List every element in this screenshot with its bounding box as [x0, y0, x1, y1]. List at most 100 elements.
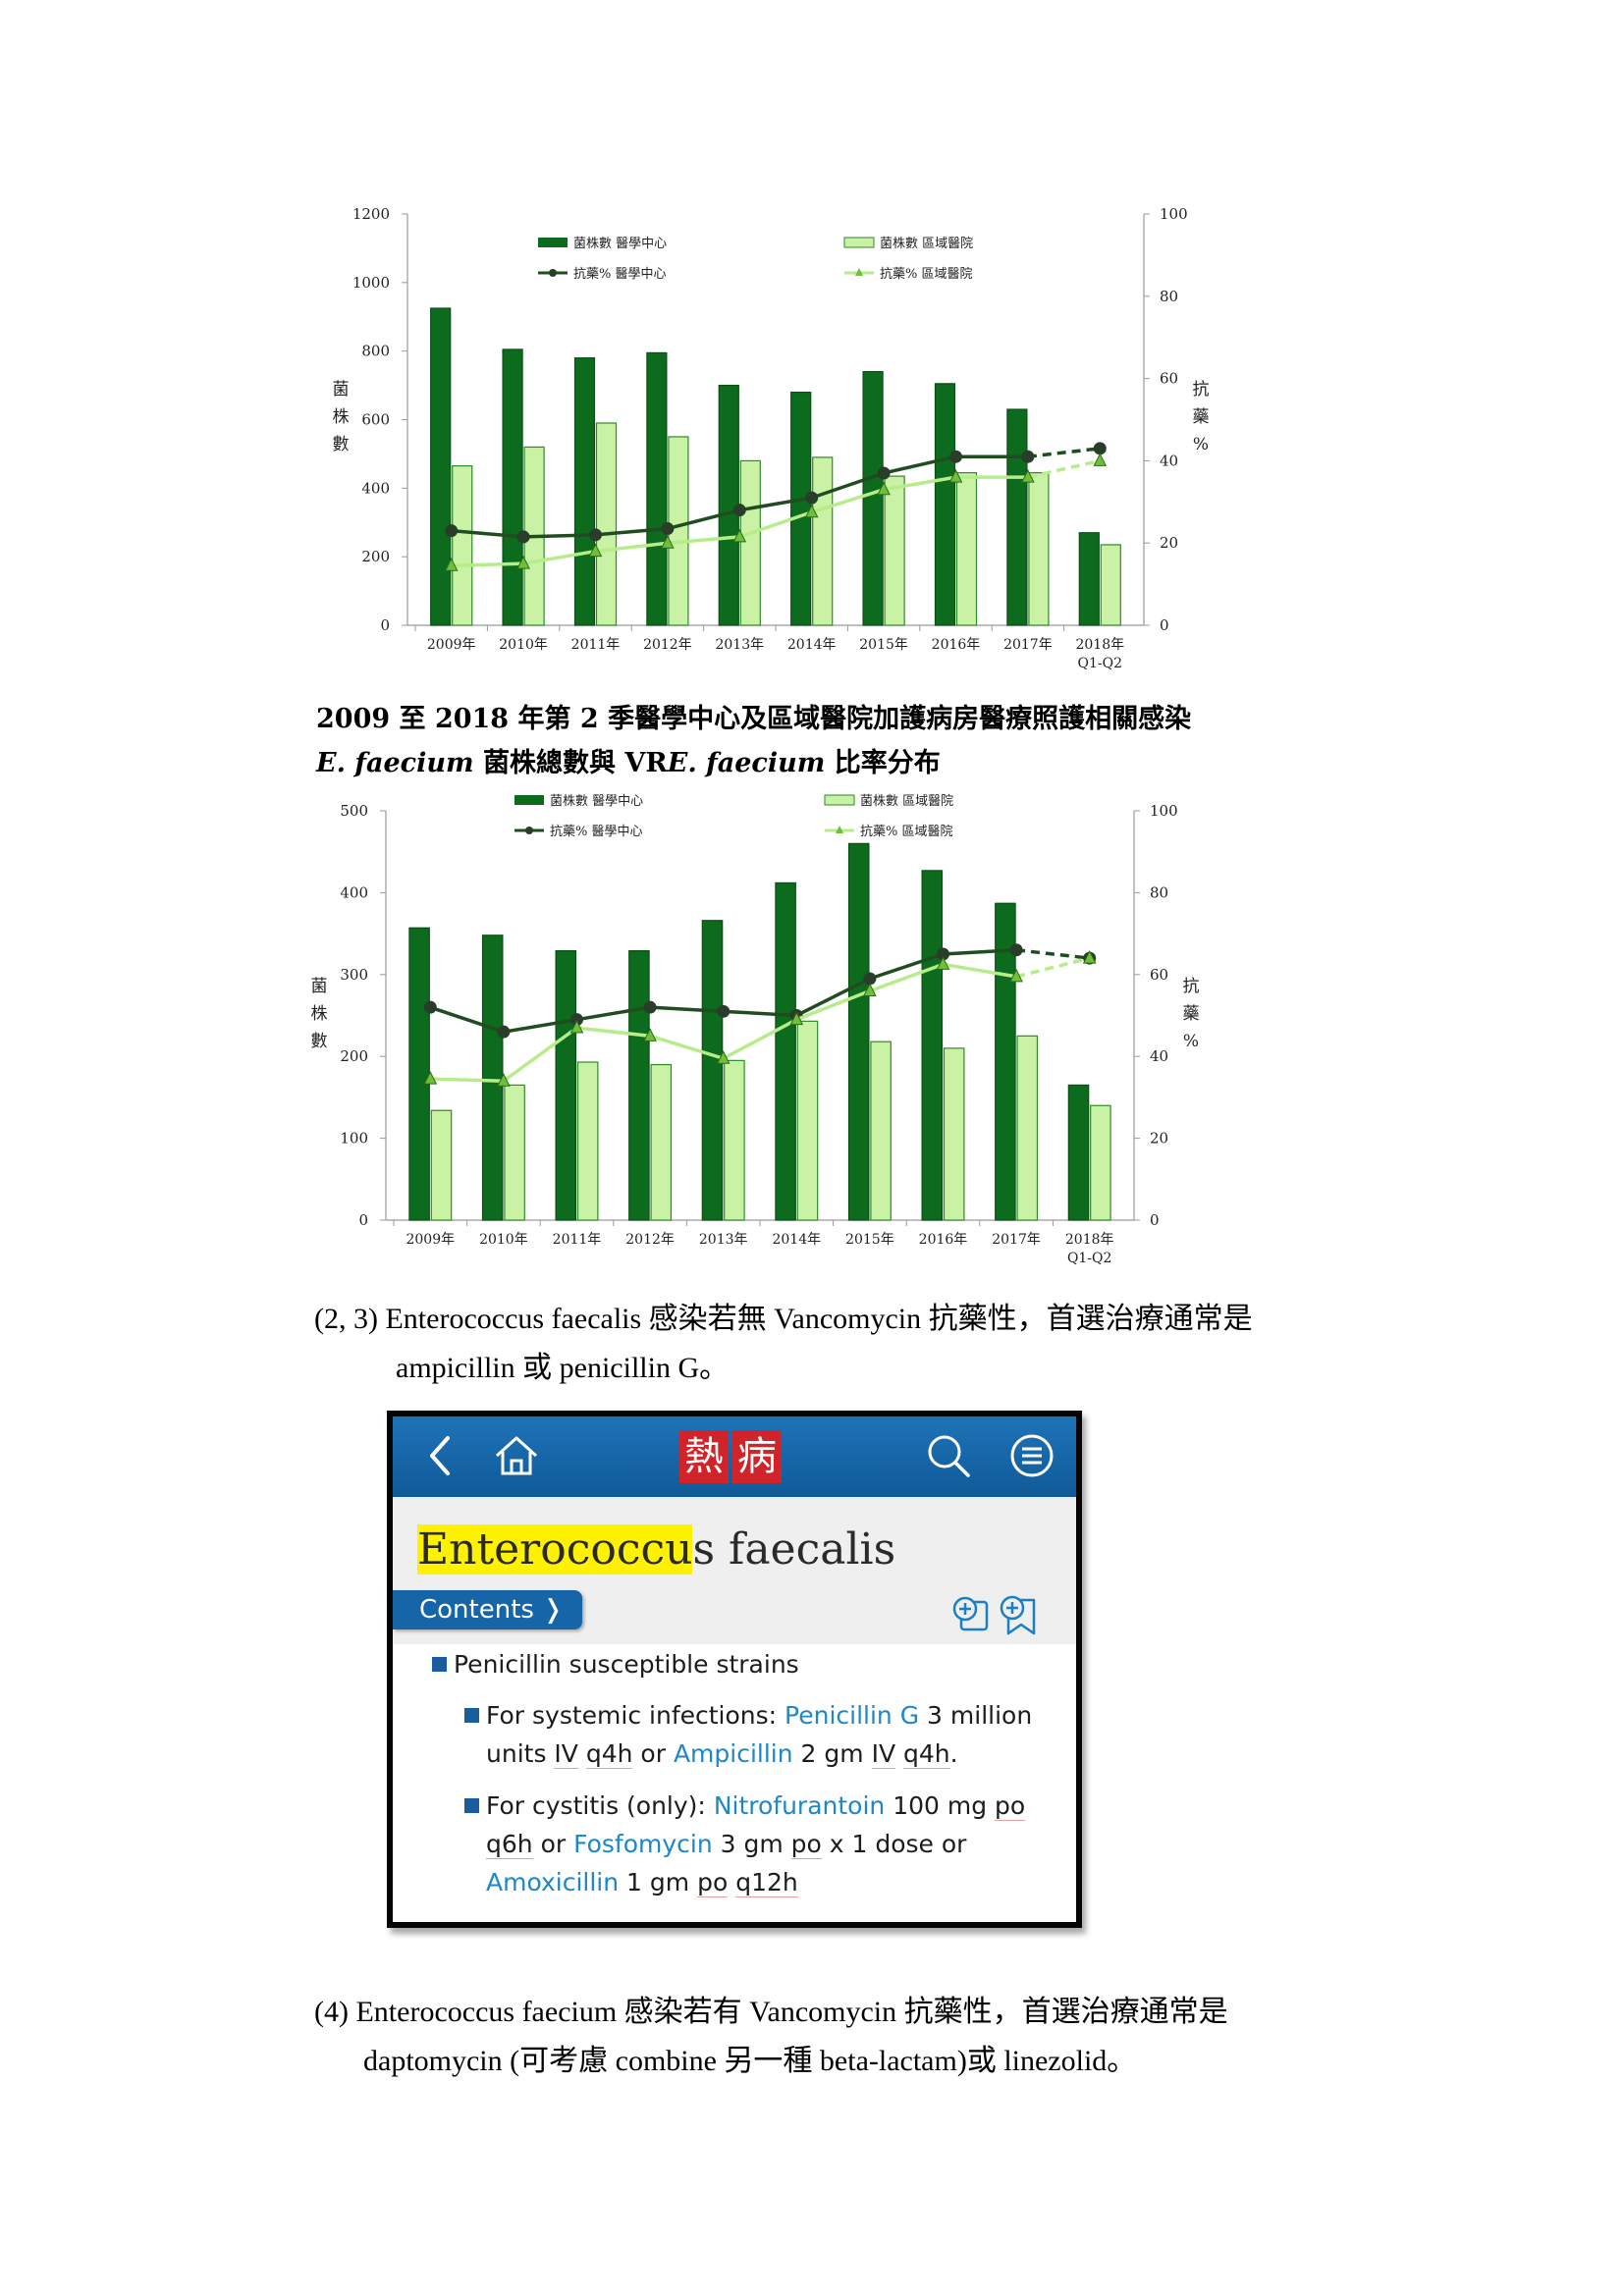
- home-icon[interactable]: [491, 1430, 542, 1481]
- bar-regional-hospital: [724, 1059, 745, 1221]
- legend-marker-circle: [549, 269, 557, 277]
- x-tick-label: 2009年: [427, 637, 476, 653]
- y-tick-label: 600: [361, 411, 390, 429]
- bar-regional-hospital: [884, 475, 905, 626]
- add-note-icon[interactable]: [949, 1592, 993, 1635]
- y2-axis-label-char: 抗: [1193, 380, 1210, 400]
- point-medical-center: [805, 491, 819, 505]
- page-title: Enterococcus faecalis: [417, 1524, 895, 1575]
- search-highlight: Enterococcu: [417, 1524, 693, 1575]
- x-tick-label: 2015年: [845, 1232, 894, 1248]
- abbr-q4h-2: q4h: [903, 1739, 950, 1769]
- bullet-icon: [464, 1798, 479, 1813]
- x-tick-label: 2014年: [772, 1232, 821, 1248]
- contents-button[interactable]: Contents ❭: [393, 1590, 582, 1629]
- item2-end: x 1 dose or: [821, 1830, 967, 1858]
- bar-regional-hospital: [739, 459, 761, 626]
- bar-medical-center: [573, 357, 596, 626]
- point-medical-center: [877, 466, 891, 480]
- bar-regional-hospital: [504, 1084, 525, 1221]
- bar-medical-center: [1067, 1084, 1090, 1221]
- legend-label: 菌株數 醫學中心: [573, 237, 667, 251]
- section-heading: Penicillin susceptible strains: [432, 1650, 799, 1679]
- x-tick-label: 2012年: [643, 637, 692, 653]
- abbr-q12h: q12h: [735, 1868, 798, 1897]
- bar-medical-center: [502, 348, 523, 626]
- abbr-q6h: q6h: [486, 1830, 533, 1859]
- y2-tick-label: 60: [1160, 370, 1178, 388]
- y-axis-label-char: 菌: [311, 977, 328, 996]
- abbr-po-2: po: [790, 1830, 822, 1859]
- point-medical-center: [717, 1004, 730, 1018]
- legend-swatch-light-bar: [843, 237, 875, 248]
- drug-link-penicillin-g[interactable]: Penicillin G: [784, 1701, 919, 1730]
- y-tick-label: 200: [361, 548, 390, 565]
- point-medical-center: [643, 1000, 657, 1014]
- abbr-q4h: q4h: [585, 1739, 633, 1769]
- legend-swatch-light-bar: [824, 794, 855, 806]
- point-medical-center: [589, 528, 602, 542]
- y2-tick-label: 20: [1160, 534, 1178, 552]
- figure-caption-line1: 2009 至 2018 年第 2 季醫學中心及區域醫院加護病房醫療照護相關感染: [316, 704, 1192, 734]
- paragraph-faecium-line1: (4) Enterococcus faecium 感染若有 Vancomycin…: [314, 1996, 1228, 2028]
- search-icon[interactable]: [923, 1430, 974, 1481]
- y-tick-label: 400: [340, 883, 368, 901]
- item2-dose: 100 mg: [885, 1791, 996, 1820]
- bar-medical-center: [775, 881, 796, 1221]
- x-tick-label: 2017年: [992, 1232, 1041, 1248]
- chart-1: 0 200 400 600 800 1000 1200 0 20 40 60 80 100 菌株數 抗藥% 2…: [333, 205, 1210, 671]
- paragraph-faecium-line2: daptomycin (可考慮 combine 另一種 beta-lactam)…: [363, 2045, 1137, 2077]
- legend-swatch-dark-bar: [538, 238, 568, 247]
- legend-label: 抗藥% 醫學中心: [550, 825, 643, 839]
- y-axis-label-char: 數: [311, 1032, 328, 1051]
- x-tick-label: 2009年: [406, 1232, 455, 1248]
- menu-icon[interactable]: [1006, 1430, 1057, 1481]
- drug-link-ampicillin[interactable]: Ampicillin: [674, 1739, 793, 1768]
- legend-label: 抗藥% 區域醫院: [880, 267, 973, 282]
- x-tick-label: 2015年: [859, 637, 908, 653]
- drug-link-nitrofurantoin[interactable]: Nitrofurantoin: [714, 1791, 885, 1820]
- y-tick-label: 1200: [352, 205, 390, 223]
- legend-label: 菌株數 區域醫院: [880, 237, 973, 251]
- bar-regional-hospital: [812, 456, 834, 626]
- bar-regional-hospital: [1090, 1104, 1111, 1221]
- bar-regional-hospital: [650, 1063, 673, 1221]
- y2-tick-label: 40: [1160, 452, 1178, 469]
- drug-link-amoxicillin[interactable]: Amoxicillin: [486, 1868, 619, 1896]
- drug-link-fosfomycin[interactable]: Fosfomycin: [573, 1830, 713, 1858]
- y-tick-label: 200: [340, 1047, 368, 1065]
- figure-caption-line2: E. faecium 菌株總數與 VRE. faecium 比率分布: [316, 741, 941, 779]
- item1-units: units: [486, 1739, 555, 1768]
- point-medical-center: [661, 522, 675, 536]
- y2-tick-label: 0: [1160, 616, 1169, 634]
- x-tick-label: 2017年: [1003, 637, 1053, 653]
- y-axis-label-char: 數: [333, 435, 350, 454]
- abbr-po-3: po: [697, 1868, 729, 1897]
- abbr-po: po: [995, 1791, 1026, 1821]
- back-chevron-icon[interactable]: [416, 1430, 467, 1481]
- bar-regional-hospital: [1100, 544, 1121, 626]
- legend-marker-circle: [525, 827, 533, 834]
- y2-tick-label: 80: [1150, 883, 1168, 901]
- line-projection-dashed: [1027, 447, 1101, 458]
- y2-axis-label-char: 藥: [1183, 1004, 1200, 1024]
- x-tick-label: 2011年: [553, 1232, 602, 1248]
- x-tick-label: Q1-Q2: [1067, 1251, 1112, 1266]
- title-rest: s faecalis: [692, 1524, 896, 1575]
- legend-label: 抗藥% 區域醫院: [860, 825, 953, 839]
- x-tick-label: 2011年: [571, 637, 621, 653]
- item1-prefix: For systemic infections:: [486, 1701, 785, 1730]
- chart-2: 0 100 200 300 400 500 0 20 40 60 80 100 菌株數 抗藥% 2009年 2…: [311, 794, 1200, 1266]
- legend-label: 菌株數 區域醫院: [860, 794, 953, 809]
- x-tick-label: 2014年: [787, 637, 837, 653]
- item1-dose: 2 gm: [792, 1739, 872, 1768]
- y-tick-label: 0: [358, 1211, 368, 1229]
- item2-prefix: For cystitis (only):: [486, 1791, 714, 1820]
- caption-end: 比率分布: [825, 748, 941, 778]
- bar-medical-center: [555, 950, 577, 1221]
- paragraph-faecalis-line1: (2, 3) Enterococcus faecalis 感染若無 Vancom…: [314, 1303, 1253, 1335]
- add-bookmark-icon[interactable]: [997, 1592, 1040, 1637]
- bar-medical-center: [646, 351, 668, 626]
- point-medical-center: [445, 524, 459, 538]
- bar-medical-center: [1006, 408, 1028, 626]
